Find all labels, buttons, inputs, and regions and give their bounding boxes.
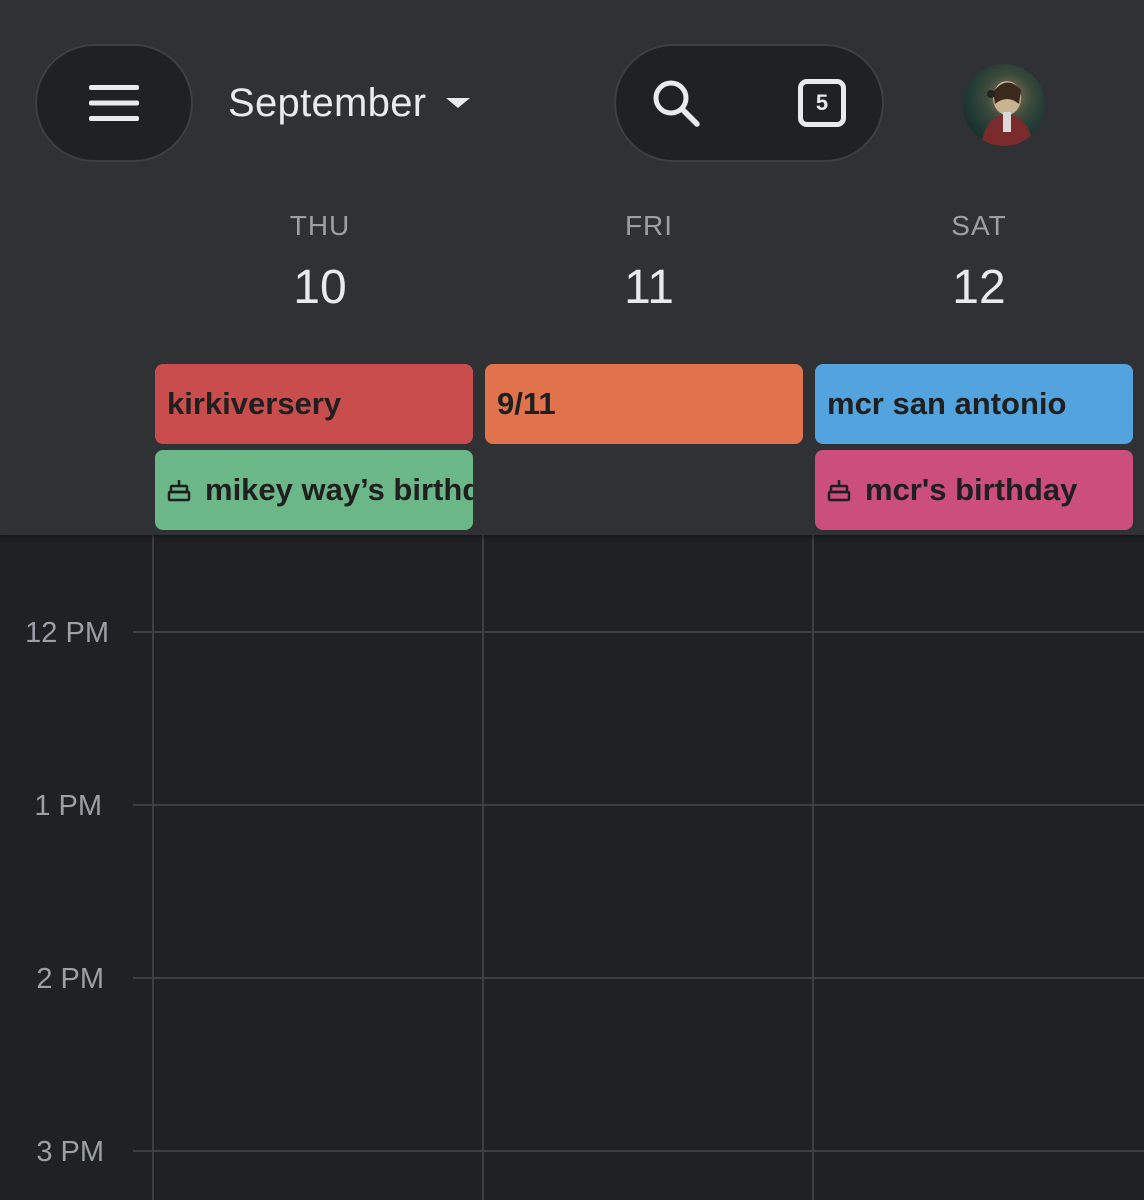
birthday-cake-icon bbox=[827, 480, 851, 502]
day-number: 10 bbox=[293, 261, 347, 314]
profile-avatar[interactable] bbox=[963, 64, 1045, 146]
all-day-event-birthday[interactable]: mikey way’s birthday bbox=[155, 450, 473, 530]
calendar-header: September 5 THU 10 FRI 11 SAT 12 kirkive… bbox=[0, 0, 1144, 535]
time-label: 3 PM bbox=[36, 1136, 104, 1168]
time-label: 1 PM bbox=[34, 790, 102, 822]
time-cell-fri[interactable] bbox=[484, 535, 812, 1200]
time-cell-thu[interactable] bbox=[154, 535, 482, 1200]
avatar-image bbox=[981, 81, 1033, 146]
hamburger-menu-icon bbox=[89, 85, 139, 121]
caret-down-icon bbox=[446, 98, 471, 108]
all-day-event-birthday[interactable]: mcr's birthday bbox=[815, 450, 1133, 530]
day-number: 12 bbox=[952, 261, 1006, 314]
event-title: kirkiversery bbox=[167, 386, 342, 421]
day-name: THU bbox=[289, 210, 351, 241]
month-dropdown[interactable]: September bbox=[228, 76, 471, 130]
toolbar-actions: 5 bbox=[616, 46, 882, 160]
event-title: mcr's birthday bbox=[865, 472, 1078, 507]
today-number: 5 bbox=[815, 90, 829, 115]
time-grid: 12 PM 1 PM 2 PM 3 PM bbox=[0, 535, 1144, 1200]
calendar-app: September 5 THU 10 FRI 11 SAT 12 kirkive… bbox=[0, 0, 1144, 1200]
day-name: FRI bbox=[624, 210, 674, 241]
all-day-event[interactable]: mcr san antonio bbox=[815, 364, 1133, 444]
event-title: mikey way’s birthday bbox=[205, 472, 473, 507]
search-button[interactable] bbox=[636, 63, 716, 143]
day-number: 11 bbox=[624, 261, 674, 314]
day-header-fri[interactable]: FRI 11 bbox=[484, 210, 814, 315]
time-label: 12 PM bbox=[25, 617, 109, 649]
all-day-event[interactable]: kirkiversery bbox=[155, 364, 473, 444]
month-label: September bbox=[228, 80, 427, 125]
time-cell-sat[interactable] bbox=[814, 535, 1144, 1200]
day-header-thu[interactable]: THU 10 bbox=[155, 210, 485, 315]
day-name: SAT bbox=[951, 210, 1007, 241]
search-icon bbox=[653, 80, 700, 127]
calendar-today-icon: 5 bbox=[798, 79, 846, 127]
today-button[interactable]: 5 bbox=[782, 63, 862, 143]
event-title: mcr san antonio bbox=[827, 386, 1067, 421]
event-title: 9/11 bbox=[497, 386, 556, 421]
day-header-sat[interactable]: SAT 12 bbox=[814, 210, 1144, 315]
time-label: 2 PM bbox=[36, 963, 104, 995]
menu-button[interactable] bbox=[37, 46, 191, 160]
birthday-cake-icon bbox=[167, 480, 191, 502]
all-day-event[interactable]: 9/11 bbox=[485, 364, 803, 444]
